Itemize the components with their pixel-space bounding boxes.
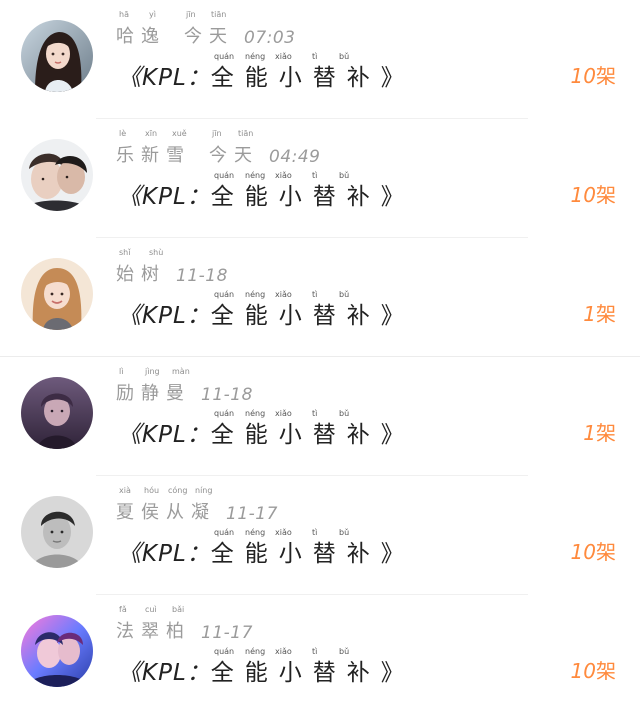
title-prefix: 《KPL： <box>118 303 211 329</box>
title-prefix: 《KPL： <box>118 660 211 686</box>
count-unit: 架 <box>596 302 616 326</box>
avatar-purple-portrait-icon <box>21 377 93 449</box>
user-name[interactable]: 始树 <box>116 260 166 286</box>
gift-count: 10架 <box>571 655 616 684</box>
gift-count: 1架 <box>583 298 616 327</box>
user-name[interactable]: 夏侯从凝 <box>116 498 216 524</box>
item-meta: 哈逸 今天 07:03 <box>116 12 296 48</box>
avatar[interactable] <box>21 496 93 568</box>
count-unit: 架 <box>596 540 616 564</box>
count-unit: 架 <box>596 64 616 88</box>
title-prefix: 《KPL： <box>118 422 211 448</box>
time-label: 11-18 <box>201 385 253 405</box>
item-title[interactable]: 《KPL：全能小替补》 <box>118 58 404 92</box>
title-main: 全能小替补 <box>210 65 381 91</box>
avatar[interactable] <box>21 139 93 211</box>
avatar-two-people-icon <box>21 139 93 211</box>
item-title[interactable]: 《KPL：全能小替补》 <box>118 296 404 330</box>
gift-count: 10架 <box>571 536 616 565</box>
avatar[interactable] <box>21 258 93 330</box>
avatar-boy-grayscale-icon <box>21 496 93 568</box>
list-item[interactable]: lè xīn xuě jīn tiān 乐新雪 今天 04:49 quán né… <box>0 119 640 238</box>
title-prefix: 《KPL： <box>118 184 211 210</box>
count-unit: 架 <box>596 421 616 445</box>
item-title[interactable]: 《KPL：全能小替补》 <box>118 415 404 449</box>
date-label: 今天 <box>209 145 259 166</box>
title-suffix: 》 <box>380 422 404 448</box>
item-meta: 励静曼 11-18 <box>116 369 253 405</box>
title-main: 全能小替补 <box>210 184 381 210</box>
count-number: 10 <box>570 540 596 564</box>
title-prefix: 《KPL： <box>118 541 211 567</box>
item-title[interactable]: 《KPL：全能小替补》 <box>118 653 404 687</box>
avatar-girl-long-hair-icon <box>21 20 93 92</box>
list-item[interactable]: hā yì jīn tiān 哈逸 今天 07:03 quán néng xiǎ… <box>0 0 640 119</box>
count-number: 1 <box>583 421 596 445</box>
user-name[interactable]: 励静曼 <box>116 379 191 405</box>
gift-record-list: hā yì jīn tiān 哈逸 今天 07:03 quán néng xiǎ… <box>0 0 640 715</box>
gift-count: 1架 <box>583 417 616 446</box>
title-prefix: 《KPL： <box>118 65 211 91</box>
title-main: 全能小替补 <box>210 422 381 448</box>
date-label: 今天 <box>184 26 234 47</box>
list-item[interactable]: shǐ shù 始树 11-18 quán néng xiǎo tì bǔ 《K… <box>0 238 640 357</box>
time-label: 11-18 <box>176 266 228 286</box>
count-number: 10 <box>570 183 596 207</box>
count-number: 10 <box>570 64 596 88</box>
item-title[interactable]: 《KPL：全能小替补》 <box>118 534 404 568</box>
avatar-neon-portrait-icon <box>21 615 93 687</box>
title-main: 全能小替补 <box>210 303 381 329</box>
count-number: 1 <box>583 302 596 326</box>
user-name[interactable]: 乐新雪 <box>116 141 191 167</box>
count-number: 10 <box>570 659 596 683</box>
time-label: 11-17 <box>226 504 278 524</box>
title-suffix: 》 <box>380 303 404 329</box>
title-main: 全能小替补 <box>210 660 381 686</box>
time-label: 04:49 <box>269 147 321 167</box>
avatar[interactable] <box>21 377 93 449</box>
gift-count: 10架 <box>571 179 616 208</box>
item-meta: 始树 11-18 <box>116 250 228 286</box>
title-suffix: 》 <box>380 541 404 567</box>
item-title[interactable]: 《KPL：全能小替补》 <box>118 177 404 211</box>
gift-count: 10架 <box>571 60 616 89</box>
avatar[interactable] <box>21 615 93 687</box>
title-suffix: 》 <box>380 65 404 91</box>
list-item[interactable]: lì jìng màn 励静曼 11-18 quán néng xiǎo tì … <box>0 357 640 476</box>
title-suffix: 》 <box>380 660 404 686</box>
list-item[interactable]: fǎ cuì bǎi 法翠柏 11-17 quán néng xiǎo tì b… <box>0 595 640 714</box>
title-main: 全能小替补 <box>210 541 381 567</box>
list-item[interactable]: xià hóu cóng níng 夏侯从凝 11-17 quán néng x… <box>0 476 640 595</box>
title-suffix: 》 <box>380 184 404 210</box>
time-label: 07:03 <box>244 28 296 48</box>
item-meta: 乐新雪 今天 04:49 <box>116 131 321 167</box>
count-unit: 架 <box>596 659 616 683</box>
user-name[interactable]: 法翠柏 <box>116 617 191 643</box>
item-meta: 夏侯从凝 11-17 <box>116 488 278 524</box>
time-label: 11-17 <box>201 623 253 643</box>
avatar-girl-smile-icon <box>21 258 93 330</box>
avatar[interactable] <box>21 20 93 92</box>
count-unit: 架 <box>596 183 616 207</box>
item-meta: 法翠柏 11-17 <box>116 607 253 643</box>
user-name[interactable]: 哈逸 <box>116 22 166 48</box>
